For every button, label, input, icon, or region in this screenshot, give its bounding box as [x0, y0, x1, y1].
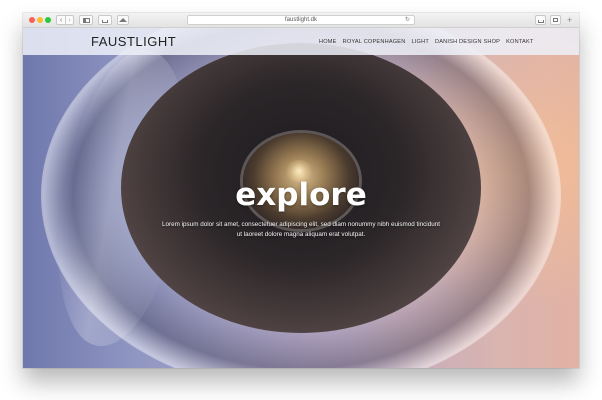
- web-page: FAUSTLIGHT HOME ROYAL COPENHAGEN LIGHT D…: [23, 28, 579, 368]
- home-icon: [119, 18, 127, 22]
- url-text: faustlight.dk: [284, 17, 318, 23]
- hero-description: Lorem ipsum dolor sit amet, consectetuer…: [162, 221, 440, 238]
- tab-overview-button[interactable]: [550, 15, 561, 25]
- minimize-window-button[interactable]: [37, 17, 43, 23]
- back-button[interactable]: ‹: [56, 15, 65, 25]
- nav-item-danish-design-shop[interactable]: DANISH DESIGN SHOP: [435, 39, 500, 45]
- nav-item-home[interactable]: HOME: [319, 39, 337, 45]
- sidebar-button[interactable]: [79, 15, 93, 25]
- back-icon: ‹: [59, 16, 63, 24]
- share-icon: [102, 19, 108, 23]
- share-icon: [537, 19, 544, 23]
- home-button[interactable]: [117, 15, 129, 25]
- nav-item-royal-copenhagen[interactable]: ROYAL COPENHAGEN: [343, 39, 406, 45]
- site-header: FAUSTLIGHT HOME ROYAL COPENHAGEN LIGHT D…: [23, 28, 579, 55]
- new-tab-icon[interactable]: +: [567, 14, 572, 26]
- share-button[interactable]: [98, 15, 112, 25]
- close-window-button[interactable]: [29, 17, 35, 23]
- browser-toolbar: ‹ › faustlight.dk ↻ +: [23, 13, 579, 28]
- share-page-button[interactable]: [535, 15, 546, 25]
- hero-heading: explore: [235, 177, 367, 213]
- main-navigation: HOME ROYAL COPENHAGEN LIGHT DANISH DESIG…: [319, 39, 534, 45]
- nav-item-kontakt[interactable]: KONTAKT: [506, 39, 533, 45]
- tabs-icon: [553, 18, 558, 22]
- nav-item-light[interactable]: LIGHT: [411, 39, 428, 45]
- forward-icon: ›: [68, 16, 71, 24]
- browser-window: ‹ › faustlight.dk ↻ + FAUSTLIGHT HOME RO…: [23, 13, 579, 368]
- reload-icon[interactable]: ↻: [405, 16, 410, 24]
- zoom-window-button[interactable]: [45, 17, 51, 23]
- sidebar-icon: [82, 17, 90, 23]
- address-bar[interactable]: faustlight.dk ↻: [187, 15, 415, 25]
- forward-button[interactable]: ›: [65, 15, 74, 25]
- site-logo[interactable]: FAUSTLIGHT: [91, 34, 176, 49]
